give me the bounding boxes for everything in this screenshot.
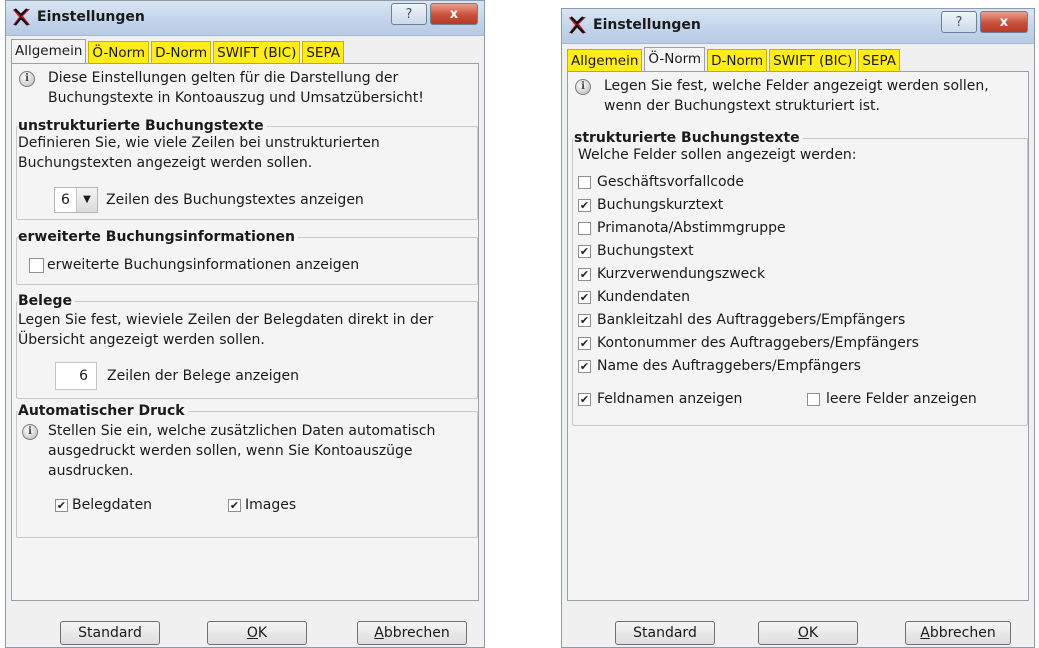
cancel-label-rest: bbrechen: [383, 625, 450, 641]
tab-d-norm[interactable]: D-Norm: [151, 41, 212, 63]
extended-info-label: erweiterte Buchungsinformationen anzeige…: [47, 257, 360, 273]
fieldnames-label: Feldnamen anzeigen: [597, 391, 743, 407]
tab-swift-bic[interactable]: SWIFT (BIC): [213, 41, 301, 63]
group-unstructured: unstrukturierte Buchungstexte Definieren…: [16, 117, 478, 220]
field-checkbox[interactable]: ✔: [578, 268, 591, 281]
close-button[interactable]: x: [980, 11, 1028, 33]
help-button[interactable]: ?: [941, 11, 977, 33]
info-text-line2: wenn der Buchungstext strukturiert ist.: [604, 98, 880, 114]
desc-line1: Definieren Sie, wie viele Zeilen bei uns…: [18, 135, 380, 151]
group-autoprint: Automatischer Druck i Stellen Sie ein, w…: [16, 402, 478, 538]
belegdaten-label: Belegdaten: [72, 497, 153, 513]
tab-oe-norm[interactable]: Ö-Norm: [88, 41, 150, 63]
field-label: Geschäftsvorfallcode: [597, 174, 745, 190]
window-title: Einstellungen: [593, 17, 701, 33]
cancel-label-rest: bbrechen: [929, 625, 996, 641]
field-checkbox[interactable]: [578, 176, 591, 189]
desc-line2: Buchungstexten angezeigt werden sollen.: [18, 155, 313, 171]
tab-allgemein[interactable]: Allgemein: [11, 39, 87, 63]
settings-dialog-oe-norm: Einstellungen ? x Allgemein Ö-Norm D-Nor…: [561, 8, 1035, 648]
ok-button[interactable]: OK: [758, 621, 858, 645]
info-text-line2: Buchungstexte in Kontoauszug und Umsatzü…: [48, 90, 424, 106]
field-label: Name des Auftraggebers/Empfängers: [597, 358, 861, 374]
tab-panel-allgemein: i Diese Einstellungen gelten für die Dar…: [11, 63, 479, 601]
tab-oe-norm[interactable]: Ö-Norm: [644, 47, 706, 71]
info-icon: i: [19, 71, 35, 87]
window-title: Einstellungen: [37, 9, 145, 25]
tab-sepa[interactable]: SEPA: [858, 49, 900, 71]
cancel-button[interactable]: Abbrechen: [357, 621, 467, 645]
field-label: Primanota/Abstimmgruppe: [597, 220, 786, 236]
desc-line2: Übersicht angezeigt werden sollen.: [18, 332, 265, 348]
group-structured: strukturierte Buchungstexte Welche Felde…: [572, 129, 1028, 426]
cancel-mnemonic: A: [374, 625, 384, 641]
standard-button[interactable]: Standard: [60, 621, 160, 645]
field-checkbox[interactable]: ✔: [578, 360, 591, 373]
info-text-line1: Diese Einstellungen gelten für die Darst…: [48, 70, 399, 86]
close-button[interactable]: x: [430, 3, 478, 25]
group-extended: erweiterte Buchungsinformationen erweite…: [16, 228, 478, 285]
desc-line2: ausgedruckt werden sollen, wenn Sie Kont…: [48, 443, 413, 459]
empty-fields-label: leere Felder anzeigen: [826, 391, 977, 407]
extended-info-checkbox[interactable]: [29, 258, 44, 273]
tab-panel-oe-norm: i Legen Sie fest, welche Felder angezeig…: [567, 71, 1029, 601]
desc-line1: Legen Sie fest, wieviele Zeilen der Bele…: [18, 312, 434, 328]
cancel-mnemonic: A: [920, 625, 930, 641]
tab-allgemein[interactable]: Allgemein: [567, 49, 643, 71]
title-bar[interactable]: Einstellungen ? x: [6, 1, 484, 36]
field-checkbox[interactable]: ✔: [578, 337, 591, 350]
field-label: Buchungskurztext: [597, 197, 724, 213]
lines-value: 6: [61, 192, 70, 208]
lines-combobox[interactable]: 6 ▼: [54, 187, 98, 213]
raiffeisen-cross-icon: [569, 16, 586, 34]
field-label: Kontonummer des Auftraggebers/Empfängers: [597, 335, 919, 351]
group-title: erweiterte Buchungsinformationen: [18, 228, 298, 246]
tab-d-norm[interactable]: D-Norm: [707, 49, 768, 71]
raiffeisen-cross-icon: [13, 8, 30, 26]
tab-swift-bic[interactable]: SWIFT (BIC): [769, 49, 857, 71]
standard-button[interactable]: Standard: [615, 621, 715, 645]
group-belege: Belege Legen Sie fest, wieviele Zeilen d…: [16, 292, 478, 399]
chevron-down-icon[interactable]: ▼: [76, 188, 97, 212]
desc-line3: ausdrucken.: [48, 463, 134, 479]
subtitle: Welche Felder sollen angezeigt werden:: [578, 147, 857, 163]
images-label: Images: [245, 497, 297, 513]
field-checkbox[interactable]: ✔: [578, 291, 591, 304]
group-title: Automatischer Druck: [18, 402, 188, 420]
info-icon: i: [575, 79, 591, 95]
images-checkbox[interactable]: ✔: [228, 499, 241, 512]
title-bar[interactable]: Einstellungen ? x: [562, 9, 1034, 44]
field-label: Kurzverwendungszweck: [597, 266, 766, 282]
cancel-button[interactable]: Abbrechen: [905, 621, 1011, 645]
info-icon: i: [22, 424, 38, 440]
field-checkbox[interactable]: ✔: [578, 314, 591, 327]
tab-bar: Allgemein Ö-Norm D-Norm SWIFT (BIC) SEPA: [567, 47, 902, 71]
ok-label-rest: K: [257, 625, 268, 641]
ok-button[interactable]: OK: [207, 621, 307, 645]
ok-label-rest: K: [808, 625, 819, 641]
group-title: Belege: [18, 292, 75, 310]
settings-dialog-general: Einstellungen ? x Allgemein Ö-Norm D-Nor…: [5, 0, 485, 648]
fieldnames-checkbox[interactable]: ✔: [578, 393, 591, 406]
help-button[interactable]: ?: [391, 3, 427, 25]
field-checkbox[interactable]: ✔: [578, 245, 591, 258]
ok-mnemonic: O: [797, 625, 809, 641]
lines-label: Zeilen des Buchungstextes anzeigen: [106, 192, 364, 208]
field-label: Buchungstext: [597, 243, 694, 259]
tab-bar: Allgemein Ö-Norm D-Norm SWIFT (BIC) SEPA: [11, 39, 346, 63]
ok-mnemonic: O: [246, 625, 258, 641]
empty-fields-checkbox[interactable]: [807, 393, 820, 406]
info-text-line1: Legen Sie fest, welche Felder angezeigt …: [604, 78, 989, 94]
belege-lines-label: Zeilen der Belege anzeigen: [107, 368, 299, 384]
tab-sepa[interactable]: SEPA: [302, 41, 344, 63]
desc-line1: Stellen Sie ein, welche zusätzlichen Dat…: [48, 423, 436, 439]
field-checkbox[interactable]: [578, 222, 591, 235]
belege-lines-input[interactable]: 6: [55, 362, 97, 390]
belegdaten-checkbox[interactable]: ✔: [55, 499, 68, 512]
field-label: Bankleitzahl des Auftraggebers/Empfänger…: [597, 312, 906, 328]
field-checkbox[interactable]: ✔: [578, 199, 591, 212]
field-label: Kundendaten: [597, 289, 691, 305]
